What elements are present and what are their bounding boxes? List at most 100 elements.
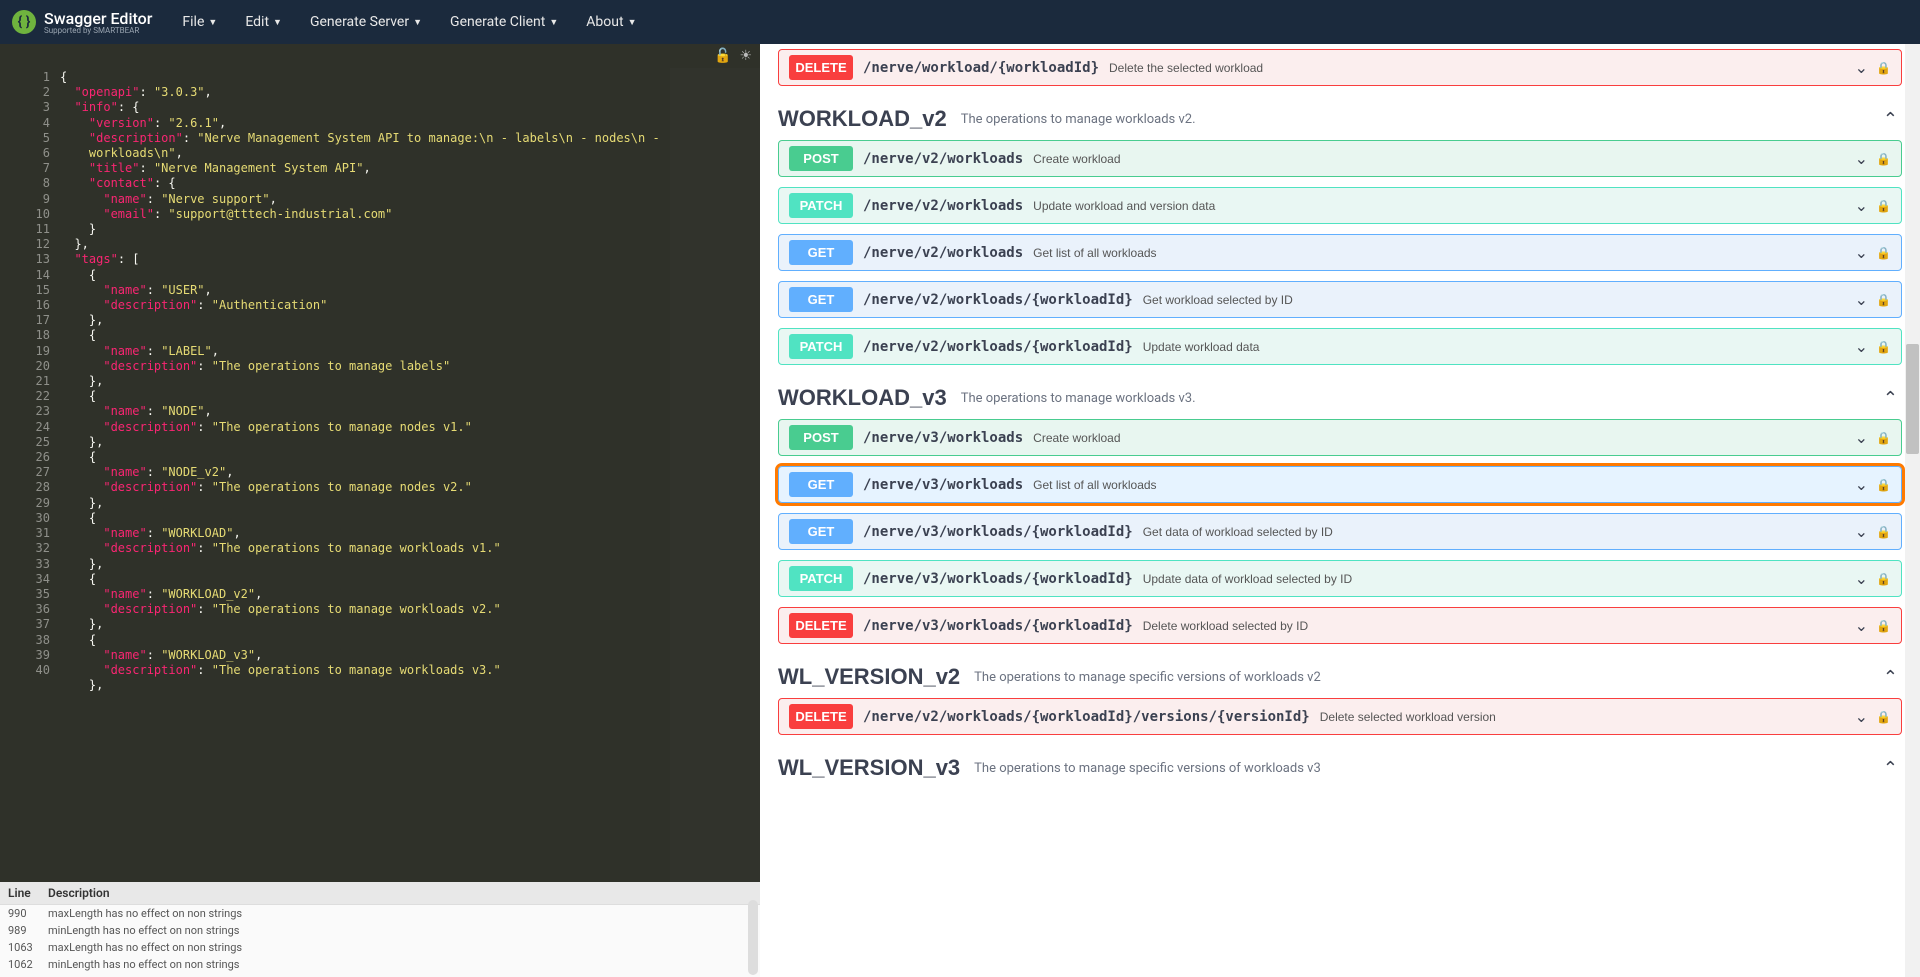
chevron-up-icon: ⌃ xyxy=(1883,388,1898,409)
method-badge: GET xyxy=(789,519,853,544)
lock-icon[interactable]: 🔒 xyxy=(1876,572,1891,586)
operation-row[interactable]: PATCH/nerve/v2/workloadsUpdate workload … xyxy=(778,187,1902,224)
lock-icon[interactable]: 🔒 xyxy=(1876,431,1891,445)
op-summary: Create workload xyxy=(1033,152,1854,166)
errors-header: Line Description xyxy=(0,882,760,905)
lock-icon[interactable]: 🔒 xyxy=(1876,199,1891,213)
lock-icon[interactable]: 🔒 xyxy=(1876,478,1891,492)
topbar: { } Swagger Editor Supported by SMARTBEA… xyxy=(0,0,1920,44)
menu-generate-server[interactable]: Generate Server ▼ xyxy=(310,14,422,30)
chevron-down-icon: ⌄ xyxy=(1855,428,1868,448)
operation-row[interactable]: GET/nerve/v2/workloadsGet list of all wo… xyxy=(778,234,1902,271)
error-row[interactable]: 989minLength has no effect on non string… xyxy=(0,922,760,939)
api-pane[interactable]: DELETE/nerve/workload/{workloadId} Delete… xyxy=(760,44,1920,977)
page-scrollbar[interactable] xyxy=(1905,44,1920,977)
method-badge: PATCH xyxy=(789,566,853,591)
op-path: /nerve/v2/workloads xyxy=(863,198,1023,214)
operation-row[interactable]: GET/nerve/v2/workloads/{workloadId} Get w… xyxy=(778,281,1902,318)
op-summary: Get data of workload selected by ID xyxy=(1143,525,1855,539)
operation-row[interactable]: POST/nerve/v2/workloads Create workload⌄ 🔒 xyxy=(778,140,1902,177)
lock-icon[interactable]: 🔒 xyxy=(1876,152,1891,166)
tag-header-workload_v3[interactable]: WORKLOAD_v3The operations to manage work… xyxy=(778,377,1902,419)
lock-icon[interactable]: 🔒 xyxy=(1876,525,1891,539)
lock-icon[interactable]: 🔒 xyxy=(1876,293,1891,307)
editor-body[interactable]: 1234567891011121314151617181920212223242… xyxy=(0,68,760,882)
menu-bar: File ▼ Edit ▼ Generate Server ▼ Generate Cl… xyxy=(182,14,636,30)
operation-row[interactable]: DELETE/nerve/v3/workloads/{workloadId} De… xyxy=(778,607,1902,644)
menu-generate-client[interactable]: Generate Client ▼ xyxy=(450,14,558,30)
operation-row[interactable]: GET/nerve/v3/workloads/{workloadId}Get d… xyxy=(778,513,1902,550)
op-summary: Update workload data xyxy=(1143,340,1855,354)
operation-row[interactable]: POST/nerve/v3/workloads Create workload⌄ 🔒 xyxy=(778,419,1902,456)
chevron-up-icon: ⌃ xyxy=(1883,758,1898,779)
op-summary: Update data of workload selected by ID xyxy=(1143,572,1855,586)
tag-header-wl_version_v3[interactable]: WL_VERSION_v3The operations to manage sp… xyxy=(778,747,1902,789)
op-path: /nerve/workload/{workloadId} xyxy=(863,60,1099,76)
op-summary: Get workload selected by ID xyxy=(1143,293,1855,307)
tag-header-workload_v2[interactable]: WORKLOAD_v2The operations to manage work… xyxy=(778,98,1902,140)
scrollbar-thumb[interactable] xyxy=(1906,344,1919,454)
error-row[interactable]: 990maxLength has no effect on non string… xyxy=(0,905,760,922)
code-area[interactable]: { "openapi": "3.0.3", "info": { "version… xyxy=(60,68,760,882)
method-badge: DELETE xyxy=(789,613,853,638)
chevron-down-icon: ⌄ xyxy=(1855,616,1868,636)
op-summary: Create workload xyxy=(1033,431,1854,445)
method-badge: POST xyxy=(789,146,853,171)
tag-header-wl_version_v2[interactable]: WL_VERSION_v2The operations to manage sp… xyxy=(778,656,1902,698)
chevron-down-icon: ⌄ xyxy=(1855,243,1868,263)
chevron-down-icon: ⌄ xyxy=(1855,196,1868,216)
error-row[interactable]: 1062minLength has no effect on non strin… xyxy=(0,956,760,973)
chevron-down-icon: ⌄ xyxy=(1855,522,1868,542)
line-gutter: 1234567891011121314151617181920212223242… xyxy=(0,68,60,882)
logo-subtext: Supported by SMARTBEAR xyxy=(44,26,152,35)
main: 🔓 ☀ 123456789101112131415161718192021222… xyxy=(0,44,1920,977)
op-summary: Delete the selected workload xyxy=(1109,61,1855,75)
chevron-down-icon: ⌄ xyxy=(1855,58,1868,78)
method-badge: GET xyxy=(789,287,853,312)
theme-icon[interactable]: ☀ xyxy=(739,48,752,64)
lock-icon[interactable]: 🔒 xyxy=(1876,619,1891,633)
op-path: /nerve/v3/workloads xyxy=(863,477,1023,493)
method-badge: PATCH xyxy=(789,193,853,218)
method-badge: DELETE xyxy=(789,704,853,729)
editor-toolbar: 🔓 ☀ xyxy=(0,44,760,68)
operation-row[interactable]: DELETE/nerve/v2/workloads/{workloadId}/v… xyxy=(778,698,1902,735)
lock-icon[interactable]: 🔒 xyxy=(1876,340,1891,354)
errors-scrollbar[interactable] xyxy=(748,900,758,975)
lock-icon[interactable]: 🔒 xyxy=(1876,710,1891,724)
op-path: /nerve/v2/workloads/{workloadId} xyxy=(863,339,1133,355)
operation-row[interactable]: PATCH/nerve/v2/workloads/{workloadId} Upd… xyxy=(778,328,1902,365)
op-path: /nerve/v2/workloads xyxy=(863,151,1023,167)
chevron-down-icon: ⌄ xyxy=(1855,569,1868,589)
op-path: /nerve/v3/workloads/{workloadId} xyxy=(863,571,1133,587)
op-path: /nerve/v2/workloads/{workloadId}/version… xyxy=(863,709,1310,725)
chevron-down-icon: ⌄ xyxy=(1855,475,1868,495)
op-path: /nerve/v3/workloads xyxy=(863,430,1023,446)
lock-icon[interactable]: 🔓 xyxy=(714,48,731,64)
operation-row[interactable]: PATCH/nerve/v3/workloads/{workloadId} Upd… xyxy=(778,560,1902,597)
chevron-up-icon: ⌃ xyxy=(1883,109,1898,130)
method-badge: GET xyxy=(789,472,853,497)
menu-edit[interactable]: Edit ▼ xyxy=(245,14,282,30)
menu-about[interactable]: About ▼ xyxy=(586,14,636,30)
lock-icon[interactable]: 🔒 xyxy=(1876,61,1891,75)
error-row[interactable]: 1063maxLength has no effect on non strin… xyxy=(0,939,760,956)
op-path: /nerve/v2/workloads/{workloadId} xyxy=(863,292,1133,308)
method-badge: GET xyxy=(789,240,853,265)
operation-row[interactable]: DELETE/nerve/workload/{workloadId}Delete… xyxy=(778,49,1902,86)
op-path: /nerve/v3/workloads/{workloadId} xyxy=(863,618,1133,634)
operation-row[interactable]: GET/nerve/v3/workloadsGet list of all wo… xyxy=(778,466,1902,503)
op-summary: Get list of all workloads xyxy=(1033,246,1854,260)
errors-panel: Line Description 990maxLength has no eff… xyxy=(0,882,760,977)
method-badge: POST xyxy=(789,425,853,450)
lock-icon[interactable]: 🔒 xyxy=(1876,246,1891,260)
chevron-down-icon: ⌄ xyxy=(1855,707,1868,727)
op-summary: Delete workload selected by ID xyxy=(1143,619,1855,633)
chevron-down-icon: ⌄ xyxy=(1855,149,1868,169)
method-badge: PATCH xyxy=(789,334,853,359)
op-summary: Delete selected workload version xyxy=(1320,710,1855,724)
err-col-line: Line xyxy=(8,886,48,900)
logo-icon: { } xyxy=(12,10,36,34)
minimap[interactable] xyxy=(670,68,760,882)
menu-file[interactable]: File ▼ xyxy=(182,14,217,30)
